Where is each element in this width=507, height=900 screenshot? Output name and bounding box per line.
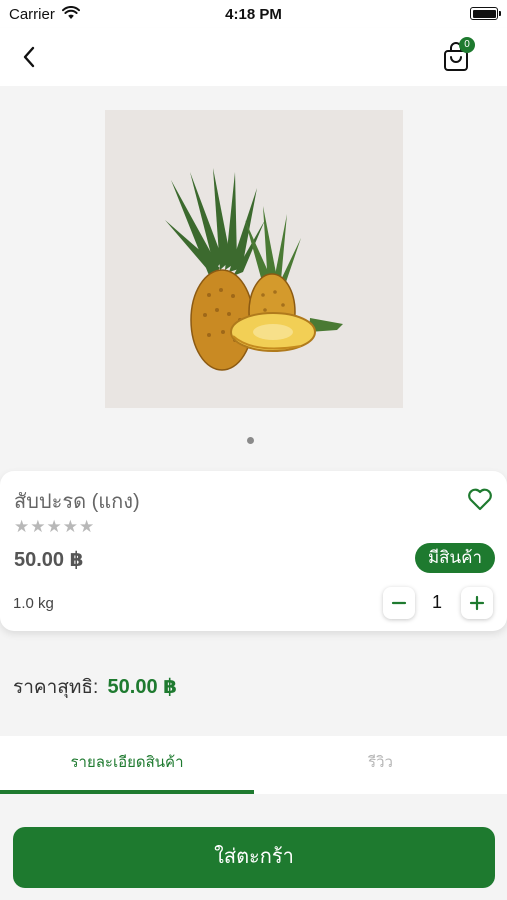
carousel-page-dot [247,437,254,444]
net-price-row: ราคาสุทธิ: 50.00 ฿ [13,672,177,702]
tab-reviews[interactable]: รีวิว [254,736,507,794]
chevron-left-icon [23,46,35,68]
minus-icon [391,601,407,605]
star-rating: ★★★★★ [14,517,96,536]
battery-icon [470,7,501,20]
product-image-carousel[interactable] [0,86,507,470]
net-price-label: ราคาสุทธิ: [13,677,99,698]
product-weight: 1.0 kg [13,595,54,612]
net-price-value: 50.00 ฿ [107,676,178,698]
favorite-button[interactable] [465,484,495,514]
heart-icon [468,488,492,511]
navigation-bar [0,28,507,86]
back-button[interactable] [14,42,44,72]
tab-bar: รายละเอียดสินค้า รีวิว [0,736,507,794]
product-name: สับปะรด (แกง) [14,491,140,513]
stock-status-badge: มีสินค้า [415,543,495,573]
active-tab-indicator [0,790,254,794]
product-info-card: สับปะรด (แกง) ★★★★★ 50.00 ฿ มีสินค้า 1.0… [0,471,507,631]
cart-count-badge: 0 [459,37,475,53]
quantity-decrease-button[interactable] [383,587,415,619]
quantity-value: 1 [431,592,442,612]
quantity-increase-button[interactable] [461,587,493,619]
plus-icon [469,595,485,611]
product-price: 50.00 ฿ [14,549,84,571]
status-time: 4:18 PM [225,6,282,23]
product-image [105,110,403,408]
tab-product-details[interactable]: รายละเอียดสินค้า [0,736,254,794]
add-to-cart-button[interactable]: ใส่ตะกร้า [13,827,495,888]
status-bar: Carrier 4:18 PM [0,0,507,28]
